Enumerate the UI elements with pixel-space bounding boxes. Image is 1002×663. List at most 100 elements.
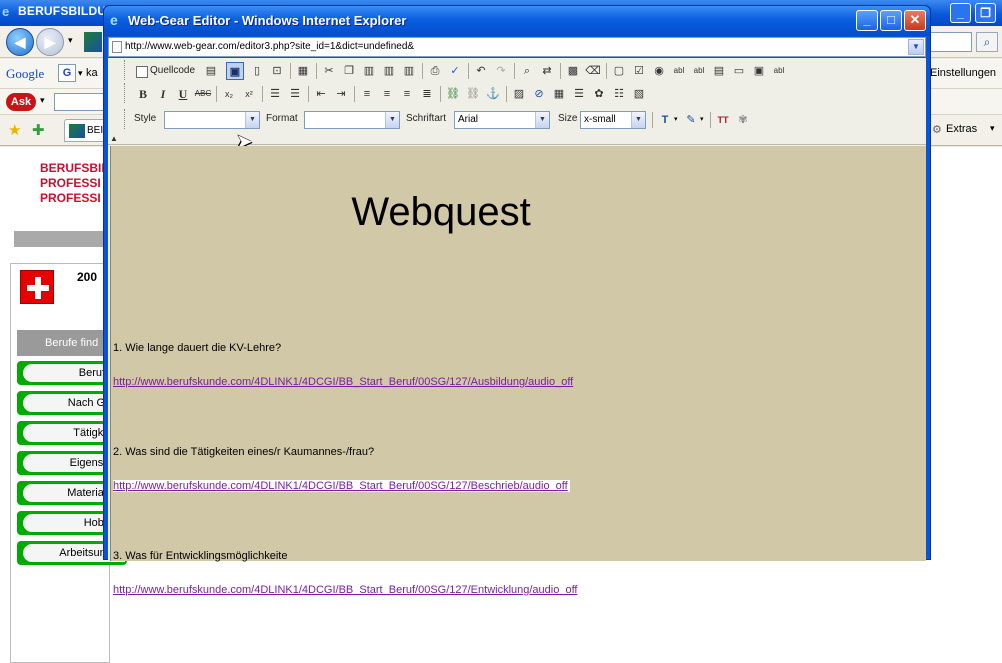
ask-search-field[interactable]: [54, 93, 104, 111]
minimize-button[interactable]: _: [856, 10, 878, 31]
unlink-icon[interactable]: ⛓: [464, 85, 482, 103]
bullet-list-icon[interactable]: ☰: [286, 85, 304, 103]
align-center-icon[interactable]: ≡: [378, 85, 396, 103]
table-icon[interactable]: ▦: [550, 85, 568, 103]
background-color-dropdown-icon[interactable]: ▾: [700, 115, 704, 123]
question-2-link[interactable]: http://www.berufskunde.com/4DLINK1/4DCGI…: [113, 480, 570, 492]
flash-icon[interactable]: ⊘: [530, 85, 548, 103]
background-window-title: BERUFSBILDU: [18, 4, 107, 18]
form-icon[interactable]: ▢: [610, 62, 628, 80]
back-button[interactable]: ◀: [6, 28, 34, 56]
popup-title-bar[interactable]: e Web-Gear Editor - Windows Internet Exp…: [104, 6, 930, 36]
forward-button[interactable]: ▶: [36, 28, 64, 56]
editor-content-area[interactable]: Webquest 1. Wie lange dauert die KV-Lehr…: [110, 146, 926, 596]
separator: [440, 86, 441, 102]
site-icon: [84, 32, 102, 52]
question-3-link[interactable]: http://www.berufskunde.com/4DLINK1/4DCGI…: [113, 584, 578, 596]
replace-icon[interactable]: ⇄: [538, 62, 556, 80]
strikethrough-icon[interactable]: ABC: [194, 85, 212, 103]
redo-icon[interactable]: ↷: [492, 62, 510, 80]
find-icon[interactable]: ⌕: [518, 62, 536, 80]
close-button[interactable]: ✕: [904, 10, 926, 31]
hidden-field-icon[interactable]: abl: [770, 62, 788, 80]
style-select[interactable]: ▼: [164, 111, 260, 129]
align-left-icon[interactable]: ≡: [358, 85, 376, 103]
maximize-button[interactable]: □: [880, 10, 902, 31]
text-color-icon[interactable]: T: [656, 111, 674, 129]
justify-icon[interactable]: ≣: [418, 85, 436, 103]
source-code-button[interactable]: Quellcode: [136, 62, 195, 80]
background-maximize-button[interactable]: ❐: [975, 3, 996, 23]
paste-text-icon[interactable]: ▥: [380, 62, 398, 80]
remove-format-icon[interactable]: ⌫: [584, 62, 602, 80]
ask-dropdown-icon[interactable]: ▾: [40, 95, 45, 106]
superscript-icon[interactable]: x²: [240, 85, 258, 103]
source-code-label: Quellcode: [150, 65, 196, 76]
toolbar-row-2: B I U ABC x₂ x² ☰ ☰ ⇤ ⇥ ≡ ≡ ≡ ≣ ⛓ ⛓ ⚓ ▨ …: [120, 83, 910, 105]
image-button-icon[interactable]: ▣: [750, 62, 768, 80]
extras-menu[interactable]: Extras: [946, 123, 977, 135]
text-field-icon[interactable]: abl: [670, 62, 688, 80]
underline-icon[interactable]: U: [174, 85, 192, 103]
copy-icon[interactable]: ❐: [340, 62, 358, 80]
horizontal-rule-icon[interactable]: ☰: [570, 85, 588, 103]
new-document-icon[interactable]: ▯: [248, 62, 266, 80]
print-icon[interactable]: ⎙: [426, 62, 444, 80]
checkbox-icon[interactable]: ☑: [630, 62, 648, 80]
image-icon[interactable]: ▨: [510, 85, 528, 103]
undo-icon[interactable]: ↶: [472, 62, 490, 80]
address-dropdown-icon[interactable]: ▼: [908, 39, 924, 55]
popup-address-bar[interactable]: http://www.web-gear.com/editor3.php?site…: [108, 37, 926, 57]
select-field-icon[interactable]: ▤: [710, 62, 728, 80]
background-color-icon[interactable]: ✎: [682, 111, 700, 129]
toolbar-grip: [124, 109, 127, 129]
radio-icon[interactable]: ◉: [650, 62, 668, 80]
about-icon[interactable]: ✾: [734, 111, 752, 129]
subscript-icon[interactable]: x₂: [220, 85, 238, 103]
toolbar-collapse-icon[interactable]: ▲: [110, 134, 118, 143]
anchor-icon[interactable]: ⚓: [484, 85, 502, 103]
bold-icon[interactable]: B: [134, 85, 152, 103]
numbered-list-icon[interactable]: ☰: [266, 85, 284, 103]
page-break-icon[interactable]: ▧: [630, 85, 648, 103]
link-icon[interactable]: ⛓: [444, 85, 462, 103]
paste-word-icon[interactable]: ▥: [400, 62, 418, 80]
show-blocks-icon[interactable]: TT: [714, 111, 732, 129]
editor-toolbar: Quellcode ▤ ▣ ▯ ⊡ ▦ ✂ ❐ ▥ ▥ ▥ ⎙ ✓ ↶ ↷ ⌕ …: [108, 58, 926, 145]
sidebar-header: Berufe find: [17, 330, 105, 356]
browser-tab[interactable]: BEI: [64, 119, 108, 142]
templates-icon[interactable]: ▦: [294, 62, 312, 80]
cut-icon[interactable]: ✂: [320, 62, 338, 80]
background-search-field[interactable]: [930, 32, 972, 52]
align-right-icon[interactable]: ≡: [398, 85, 416, 103]
size-select[interactable]: x-small ▼: [580, 111, 646, 129]
text-color-dropdown-icon[interactable]: ▾: [674, 115, 678, 123]
favorites-star-icon[interactable]: ★: [8, 121, 21, 139]
italic-icon[interactable]: I: [154, 85, 172, 103]
select-all-icon[interactable]: ▩: [564, 62, 582, 80]
add-favorite-icon[interactable]: ✚: [32, 121, 45, 139]
print-preview-icon[interactable]: ⊡: [268, 62, 286, 80]
format-select[interactable]: ▼: [304, 111, 400, 129]
google-search-field[interactable]: ka: [86, 67, 98, 79]
button-field-icon[interactable]: ▭: [730, 62, 748, 80]
paste-icon[interactable]: ▥: [360, 62, 378, 80]
font-select[interactable]: Arial ▼: [454, 111, 550, 129]
smiley-icon[interactable]: ✿: [590, 85, 608, 103]
extras-dropdown-icon[interactable]: ▾: [990, 123, 995, 134]
search-icon[interactable]: ⌕: [976, 32, 998, 52]
spellcheck-icon[interactable]: ✓: [446, 62, 464, 80]
history-dropdown-icon[interactable]: ▾: [68, 35, 73, 46]
preview-icon[interactable]: ▤: [202, 62, 220, 80]
gear-icon[interactable]: ⚙: [932, 123, 942, 136]
indent-icon[interactable]: ⇥: [332, 85, 350, 103]
textarea-icon[interactable]: abl: [690, 62, 708, 80]
settings-link[interactable]: Einstellungen: [930, 67, 996, 79]
outdent-icon[interactable]: ⇤: [312, 85, 330, 103]
background-minimize-button[interactable]: _: [950, 3, 971, 23]
special-char-icon[interactable]: ☷: [610, 85, 628, 103]
question-1-link[interactable]: http://www.berufskunde.com/4DLINK1/4DCGI…: [113, 376, 573, 388]
google-g-icon[interactable]: G: [58, 64, 76, 82]
save-icon[interactable]: ▣: [226, 62, 244, 80]
google-dropdown-icon[interactable]: ▾: [78, 68, 83, 79]
